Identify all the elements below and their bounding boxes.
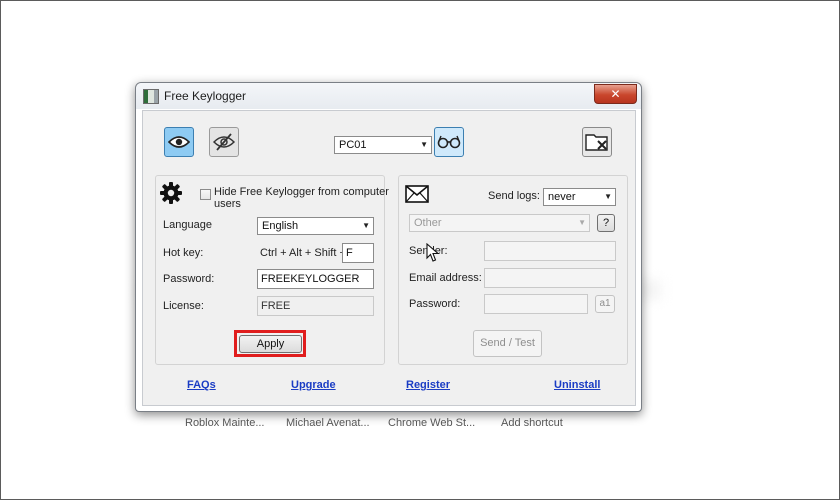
email-address-label: Email address: <box>409 272 482 284</box>
hotkey-combo-text: Ctrl + Alt + Shift + <box>260 247 346 259</box>
hide-keylogger-checkbox[interactable] <box>200 189 211 200</box>
clear-logs-button[interactable] <box>582 127 612 157</box>
email-provider-select[interactable]: Other ▼ <box>409 214 590 232</box>
password-input[interactable]: FREEKEYLOGGER <box>257 269 374 289</box>
shortcut-tile-label[interactable]: Michael Avenat... <box>286 417 370 429</box>
email-password-label: Password: <box>409 298 461 310</box>
window-title: Free Keylogger <box>164 89 247 103</box>
help-button[interactable]: ? <box>597 214 615 232</box>
glasses-icon <box>437 135 461 149</box>
add-shortcut-label[interactable]: Add shortcut <box>501 417 563 429</box>
chevron-down-icon: ▼ <box>362 221 370 230</box>
language-label: Language <box>163 219 212 231</box>
apply-highlight <box>234 330 306 357</box>
stop-monitoring-button[interactable] <box>209 127 239 157</box>
shortcut-tile-label[interactable]: Chrome Web St... <box>388 417 475 429</box>
hotkey-label: Hot key: <box>163 247 204 259</box>
hotkey-key-input[interactable]: F <box>342 243 374 263</box>
faqs-link[interactable]: FAQs <box>187 379 216 391</box>
folder-delete-icon <box>585 134 608 151</box>
send-logs-select[interactable]: never ▼ <box>543 188 616 206</box>
email-provider-value: Other <box>414 217 442 229</box>
title-bar[interactable]: Free Keylogger ✕ <box>136 83 641 109</box>
gear-icon <box>160 182 182 204</box>
chevron-down-icon: ▼ <box>420 140 428 149</box>
chevron-down-icon: ▼ <box>578 218 586 227</box>
language-value: English <box>262 220 299 232</box>
eye-slash-icon <box>213 133 235 151</box>
license-value: FREE <box>257 296 374 316</box>
register-link[interactable]: Register <box>406 379 450 391</box>
envelope-icon <box>405 185 429 203</box>
send-test-button[interactable]: Send / Test <box>473 330 542 357</box>
send-logs-label: Send logs: <box>488 190 540 202</box>
computer-select[interactable]: PC01 ▼ <box>334 136 432 154</box>
hide-keylogger-label: Hide Free Keylogger from computer <box>214 186 389 198</box>
hide-keylogger-label-cont: users <box>214 198 241 210</box>
computer-select-value: PC01 <box>339 139 367 151</box>
upgrade-link[interactable]: Upgrade <box>291 379 336 391</box>
show-password-button[interactable]: a1 <box>595 295 615 313</box>
eye-icon <box>168 136 190 148</box>
language-select[interactable]: English ▼ <box>257 217 374 235</box>
email-address-input[interactable] <box>484 268 616 288</box>
app-icon <box>143 89 159 104</box>
chevron-down-icon: ▼ <box>604 192 612 201</box>
shortcut-tile-label[interactable]: Roblox Mainte... <box>185 417 264 429</box>
uninstall-link[interactable]: Uninstall <box>554 379 600 391</box>
mouse-cursor-icon <box>426 243 440 262</box>
password-label: Password: <box>163 273 215 285</box>
license-label: License: <box>163 300 204 312</box>
free-keylogger-window: Free Keylogger ✕ PC01 ▼ Hide Free Keylog… <box>135 82 642 412</box>
client-area: PC01 ▼ Hide Free Keylogger from computer… <box>142 110 636 406</box>
start-monitoring-button[interactable] <box>164 127 194 157</box>
sender-input[interactable] <box>484 241 616 261</box>
close-button[interactable]: ✕ <box>594 84 637 104</box>
view-logs-button[interactable] <box>434 127 464 157</box>
email-password-input[interactable] <box>484 294 588 314</box>
send-logs-value: never <box>548 191 576 203</box>
